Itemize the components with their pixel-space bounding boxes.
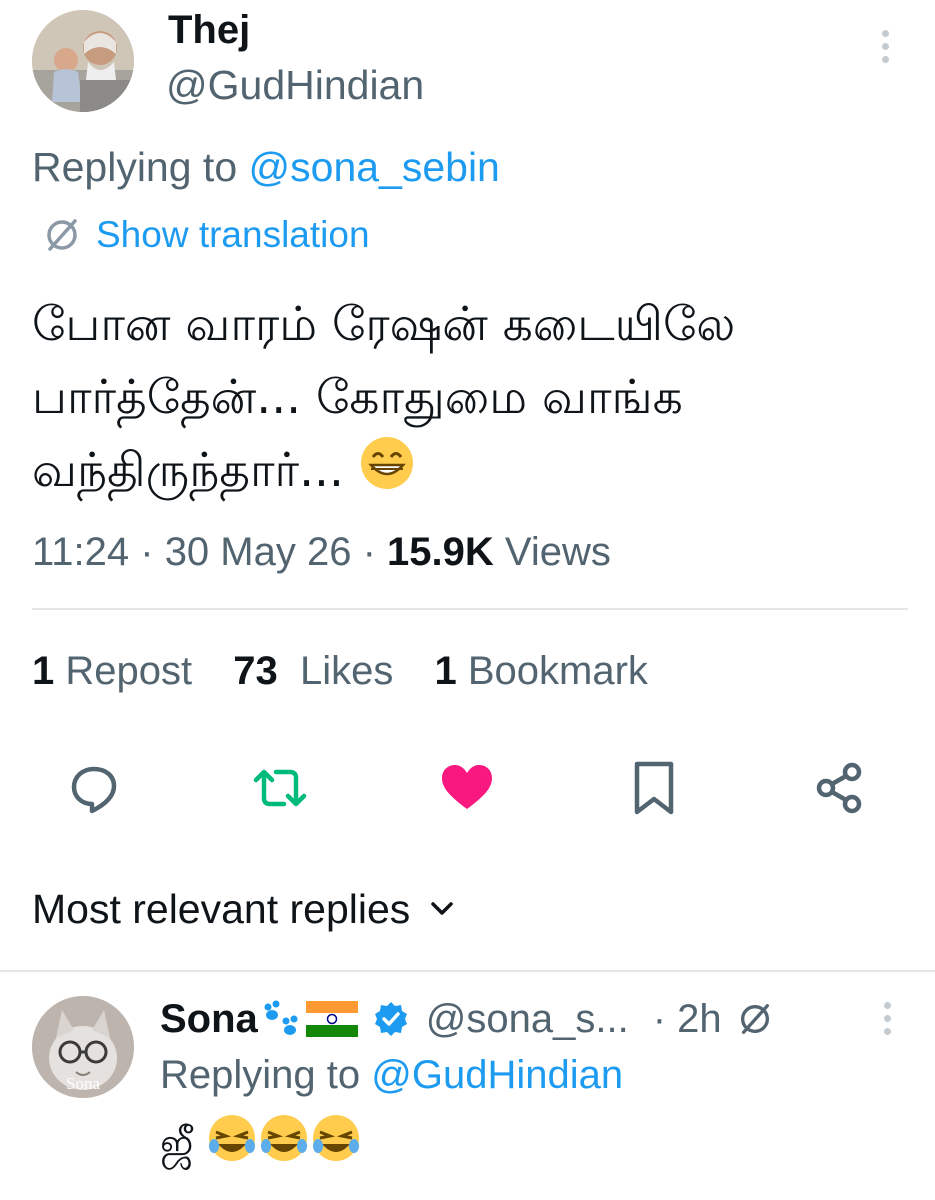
laughing-emoji-icon <box>258 1112 310 1179</box>
bookmark-icon <box>634 761 674 815</box>
reposts-label: Repost <box>65 649 193 693</box>
bookmarks-stat[interactable]: 1 Bookmark <box>435 649 648 693</box>
bookmarks-label: Bookmark <box>467 649 648 693</box>
like-button[interactable] <box>437 758 497 818</box>
author-avatar[interactable] <box>32 10 134 112</box>
share-button[interactable] <box>810 758 870 818</box>
reply-icon <box>71 766 117 814</box>
avatar-label: Sona <box>66 1074 100 1093</box>
replies-sort-label: Most relevant replies <box>32 886 411 932</box>
replies-sort-button[interactable]: Most relevant replies <box>32 884 456 934</box>
likes-stat[interactable]: 73 Likes <box>233 649 393 693</box>
reply-header: Sona @sona_s... · 2h <box>160 994 774 1044</box>
reply-button[interactable] <box>64 758 124 818</box>
author-name[interactable]: Thej <box>168 6 250 54</box>
reply-text-content: ஜீ <box>160 1120 194 1167</box>
likes-count: 73 <box>233 649 278 693</box>
grinning-face-emoji-icon <box>359 435 415 512</box>
views-count: 15.9K <box>387 530 494 574</box>
tweet-text-line: பார்த்தேன்... கோதுமை வாங்க <box>32 370 683 425</box>
replying-to: Replying to @sona_sebin <box>32 142 500 192</box>
views-label: Views <box>504 530 611 574</box>
tweet-meta: 11:24 · 30 May 26 · 15.9K Views <box>32 530 611 574</box>
show-translation-button[interactable]: Show translation <box>42 212 370 258</box>
laughing-emoji-icon <box>310 1112 362 1179</box>
reply-replying-to: Replying to @GudHindian <box>160 1050 623 1100</box>
reply-time[interactable]: · 2h <box>653 994 722 1044</box>
verified-badge-icon <box>374 1002 407 1036</box>
show-translation-label: Show translation <box>96 214 370 255</box>
share-icon <box>816 762 862 814</box>
tweet-time[interactable]: 11:24 <box>32 530 129 574</box>
reposts-stat[interactable]: 1 Repost <box>32 649 192 693</box>
reply-author-handle[interactable]: @sona_s... <box>426 994 629 1044</box>
paw-prints-icon <box>264 1000 298 1035</box>
tweet-text-line: போன வாரம் ரேஷன் கடையிலே <box>32 297 736 352</box>
repost-button[interactable] <box>250 758 310 818</box>
bookmarks-count: 1 <box>434 649 457 693</box>
reply-replying-handle-link[interactable]: @GudHindian <box>371 1053 623 1097</box>
divider <box>32 608 908 610</box>
chevron-down-icon <box>431 902 454 915</box>
tweet-date[interactable]: 30 May 26 <box>165 530 352 574</box>
repost-icon <box>253 769 307 807</box>
more-options-icon[interactable] <box>870 30 900 74</box>
translate-icon <box>47 219 77 251</box>
author-handle[interactable]: @GudHindian <box>166 60 424 110</box>
reposts-count: 1 <box>32 649 55 693</box>
tweet-text-line: வந்திருந்தார்... <box>32 443 359 498</box>
reply-author-name[interactable]: Sona <box>160 994 258 1044</box>
divider <box>0 970 935 972</box>
reply-more-options-icon[interactable] <box>872 1002 902 1046</box>
reply-avatar[interactable]: Sona <box>32 996 134 1098</box>
bookmark-button[interactable] <box>624 758 684 818</box>
replying-prefix: Replying to <box>32 144 249 190</box>
translate-icon <box>740 1004 769 1034</box>
likes-label: Likes <box>299 649 394 693</box>
india-flag-icon <box>305 1001 358 1037</box>
replying-handle-link[interactable]: @sona_sebin <box>249 144 500 190</box>
heart-icon <box>442 765 492 809</box>
reply-text: ஜீ <box>160 1112 362 1179</box>
reply-replying-prefix: Replying to <box>160 1053 372 1097</box>
engagement-stats: 1 Repost 73 Likes 1 Bookmark <box>32 646 648 696</box>
laughing-emoji-icon <box>206 1112 258 1179</box>
tweet-text: போன வாரம் ரேஷன் கடையிலே பார்த்தேன்... கோ… <box>32 288 912 512</box>
